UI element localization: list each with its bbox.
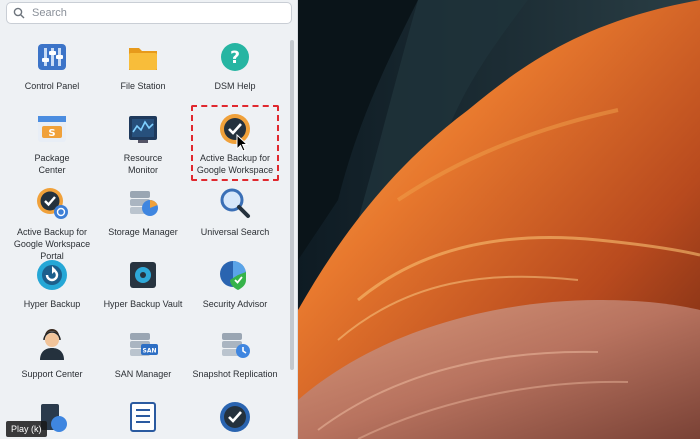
svg-text:S: S bbox=[48, 128, 55, 139]
app-label: Storage Manager bbox=[108, 227, 178, 237]
search-bar[interactable] bbox=[6, 2, 292, 24]
app-label: Universal Search bbox=[200, 227, 270, 237]
app-hyper-backup[interactable]: Hyper Backup bbox=[5, 258, 99, 310]
app-storage-manager[interactable]: Storage Manager bbox=[96, 186, 190, 238]
app-label: Security Advisor bbox=[202, 299, 268, 309]
package-center-icon: S bbox=[38, 116, 66, 142]
app-label: Resource Monitor bbox=[123, 153, 163, 175]
app-package-center[interactable]: S Package Center bbox=[5, 112, 99, 176]
control-panel-icon bbox=[38, 44, 66, 70]
app-icon-partial-2 bbox=[130, 402, 156, 432]
hyper-backup-vault-icon bbox=[130, 262, 156, 288]
san-manager-icon: SAN bbox=[130, 333, 158, 356]
app-label: Control Panel bbox=[24, 81, 80, 91]
app-universal-search[interactable]: Universal Search bbox=[188, 186, 282, 238]
storage-manager-icon bbox=[130, 191, 158, 216]
security-advisor-icon bbox=[220, 261, 246, 290]
support-center-icon bbox=[40, 329, 64, 360]
play-tooltip: Play (k) bbox=[6, 421, 47, 437]
svg-text:SAN: SAN bbox=[143, 348, 157, 355]
app-label: Active Backup for Google Workspace Porta… bbox=[13, 227, 91, 261]
app-label: File Station bbox=[120, 81, 166, 91]
app-partial-3[interactable] bbox=[188, 400, 282, 439]
app-control-panel[interactable]: Control Panel bbox=[5, 40, 99, 92]
resource-monitor-icon bbox=[129, 116, 157, 143]
universal-search-icon bbox=[220, 188, 250, 218]
app-file-station[interactable]: File Station bbox=[96, 40, 190, 92]
app-san-manager[interactable]: SAN SAN Manager bbox=[96, 328, 190, 380]
app-label: Support Center bbox=[21, 369, 83, 379]
app-hyper-backup-vault[interactable]: Hyper Backup Vault bbox=[96, 258, 190, 310]
app-support-center[interactable]: Support Center bbox=[5, 328, 99, 380]
search-icon bbox=[13, 7, 25, 19]
app-label: DSM Help bbox=[214, 81, 256, 91]
app-active-backup-portal[interactable]: Active Backup for Google Workspace Porta… bbox=[5, 186, 99, 262]
svg-text:?: ? bbox=[230, 48, 240, 68]
mouse-cursor-icon bbox=[236, 134, 248, 152]
snapshot-replication-icon bbox=[222, 333, 250, 358]
app-label: SAN Manager bbox=[114, 369, 172, 379]
highlight-box bbox=[191, 105, 279, 181]
active-backup-portal-icon bbox=[37, 188, 68, 219]
app-label: Hyper Backup bbox=[23, 299, 81, 309]
app-icon-partial-3 bbox=[220, 402, 250, 432]
file-station-icon bbox=[129, 48, 157, 70]
app-resource-monitor[interactable]: Resource Monitor bbox=[96, 112, 190, 176]
app-snapshot-replication[interactable]: Snapshot Replication bbox=[188, 328, 282, 380]
dsm-help-icon: ? bbox=[221, 43, 249, 71]
hyper-backup-icon bbox=[37, 260, 67, 290]
main-menu-panel: Control Panel File Station ? DSM Help S … bbox=[0, 0, 298, 439]
app-security-advisor[interactable]: Security Advisor bbox=[188, 258, 282, 310]
app-dsm-help[interactable]: ? DSM Help bbox=[188, 40, 282, 92]
scrollbar[interactable] bbox=[290, 40, 294, 370]
app-label: Snapshot Replication bbox=[192, 369, 278, 379]
desktop-wallpaper bbox=[298, 0, 700, 439]
app-label: Hyper Backup Vault bbox=[103, 299, 183, 309]
search-input[interactable] bbox=[32, 7, 272, 19]
app-partial-2[interactable] bbox=[96, 400, 190, 439]
app-label: Package Center bbox=[34, 153, 70, 175]
